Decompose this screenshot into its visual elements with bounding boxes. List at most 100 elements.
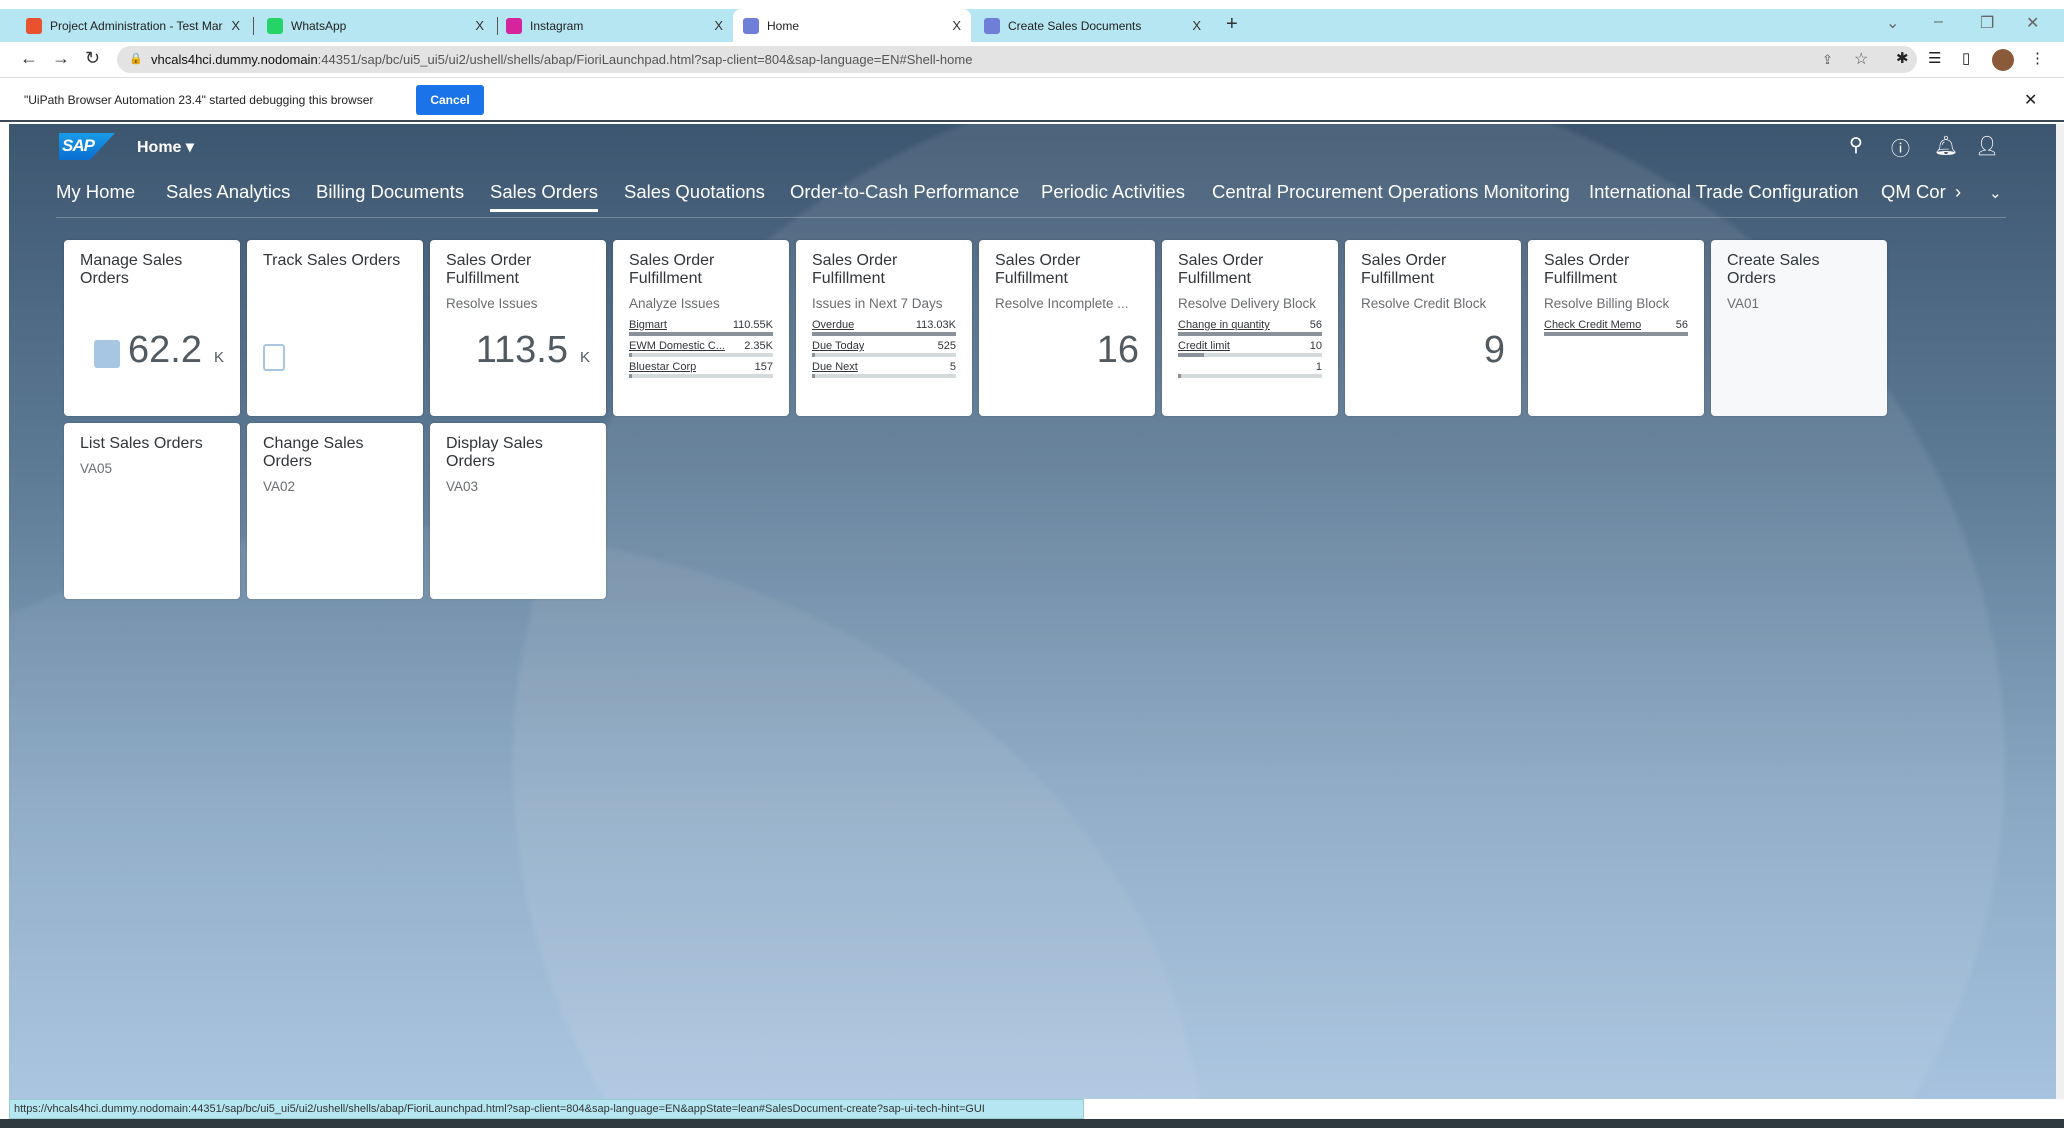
chart-bar-track [812,374,956,378]
kpi-value: 9 [1483,329,1505,371]
chart-row-label: Change in quantity [1178,319,1270,331]
app-tile[interactable]: Sales Order Fulfillment Issues in Next 7 … [796,240,972,416]
chart-row-label: Due Today [812,340,865,352]
kpi-value: 62.2 [128,329,202,371]
app-tile[interactable]: Sales Order Fulfillment Resolve Delivery … [1162,240,1338,416]
chart-bar-track [1544,332,1688,336]
search-icon[interactable]: ⚲ [1849,134,1863,157]
tab-favicon-icon [743,17,759,34]
app-tile[interactable]: Track Sales Orders [247,240,423,416]
shell-header: SAP Home ▾ ⚲ ⓘ 🔔︎ 👤︎ [9,124,2056,170]
back-icon[interactable]: ← [20,48,38,69]
tab-close-icon[interactable]: X [231,18,240,33]
tile-kpi: 9 [1484,329,1505,372]
chart-row: Bluestar Corp 157 [629,361,773,373]
help-icon[interactable]: ⓘ [1891,134,1910,161]
kpi-value: 16 [1096,329,1139,371]
user-profile-icon[interactable]: 👤︎ [1975,134,1999,158]
nav-item[interactable]: Sales Analytics [166,181,290,203]
profile-avatar[interactable] [1992,49,2014,71]
chart-bar-fill [812,374,815,378]
notifications-bell-icon[interactable]: 🔔︎ [1934,134,1958,158]
taskbar [0,1119,2064,1128]
extensions-icon[interactable]: ✱ [1896,49,1909,67]
sap-logo[interactable]: SAP [59,133,115,160]
forward-icon[interactable]: → [52,48,70,69]
nav-item[interactable]: Sales Orders [490,181,598,212]
browser-tab-bar: Project Administration - Test Mar X WhatsA… [0,9,2064,42]
address-path: :44351/sap/bc/ui5_ui5/ui2/ushell/shells/… [317,52,973,67]
nav-item[interactable]: Sales Quotations [624,181,765,203]
nav-item[interactable]: My Home [56,181,135,203]
app-tile[interactable]: Change Sales Orders VA02 [247,423,423,599]
tab-label: Project Administration - Test Mar [50,18,223,33]
share-icon[interactable]: ⇪ [1822,46,1833,73]
tab-search-icon[interactable]: ⌄ [1886,13,1899,33]
browser-tab[interactable]: Instagram X [496,9,733,42]
tile-title: Manage Sales Orders [80,252,183,287]
media-icon[interactable]: ☰ [1928,49,1941,67]
app-tile[interactable]: Manage Sales Orders 62.2 K [64,240,240,416]
tile-subtitle: Resolve Delivery Block [1178,296,1317,311]
tab-close-icon[interactable]: X [714,18,723,33]
address-bar[interactable]: 🔒 vhcals4hci.dummy.nodomain:44351/sap/bc… [117,46,1917,73]
chart-row-label: Due Next [812,361,858,373]
chart-row: Overdue 113.03K [812,319,956,331]
tab-label: Instagram [530,18,584,33]
close-infobar-icon[interactable]: ✕ [2024,90,2037,110]
reload-icon[interactable]: ↻ [85,48,100,69]
app-tile[interactable]: Display Sales Orders VA03 [430,423,606,599]
tile-subtitle: VA03 [446,479,479,494]
tab-favicon-icon [267,17,283,34]
close-window-icon[interactable]: ✕ [2026,13,2039,33]
nav-scroll-right-icon[interactable]: › [1955,181,1961,203]
minimize-icon[interactable]: – [1934,13,1943,31]
cancel-debug-button[interactable]: Cancel [416,85,484,115]
tab-close-icon[interactable]: X [475,18,484,33]
nav-item[interactable]: Periodic Activities [1041,181,1185,203]
app-tile[interactable]: Sales Order Fulfillment Analyze Issues Big… [613,240,789,416]
chart-row-label: Bigmart [629,319,667,331]
chart-row-label: Overdue [812,319,855,331]
app-tile[interactable]: Sales Order Fulfillment Resolve Issues 113… [430,240,606,416]
tile-subtitle: Issues in Next 7 Days [812,296,943,311]
browser-tab[interactable]: Project Administration - Test Mar X [16,9,250,42]
tile-title: Display Sales Orders [446,435,543,470]
app-tile[interactable]: Sales Order Fulfillment Resolve Incomplet… [979,240,1155,416]
browser-tab[interactable]: WhatsApp X [257,9,494,42]
tab-favicon-icon [506,17,522,34]
chart-row-value: 525 [937,340,956,352]
browser-tab[interactable]: Create Sales Documents X [974,9,1211,42]
nav-item[interactable]: Billing Documents [316,181,464,203]
nav-item[interactable]: International Trade Configuration [1589,181,1858,203]
restore-icon[interactable]: ❐ [1980,13,1994,33]
new-tab-button[interactable]: + [1226,13,1238,36]
app-tile[interactable]: Sales Order Fulfillment Resolve Billing B… [1528,240,1704,416]
tab-close-icon[interactable]: X [952,18,961,33]
nav-item[interactable]: QM Cor [1881,181,1946,203]
chart-row-label: Credit limit [1178,340,1230,352]
sales-order-icon [94,340,121,368]
tile-subtitle: Resolve Issues [446,296,538,311]
bookmark-star-icon[interactable]: ☆ [1854,46,1868,73]
nav-item[interactable]: Central Procurement Operations Monitorin… [1212,181,1570,203]
chart-row: Change in quantity 56 [1178,319,1322,331]
nav-item[interactable]: Order-to-Cash Performance [790,181,1019,203]
tab-close-icon[interactable]: X [1192,18,1201,33]
nav-overflow-chevron-down-icon[interactable]: ⌄ [1989,184,2002,202]
browser-tab[interactable]: Home X [733,9,971,42]
side-panel-icon[interactable]: ▯ [1962,49,1970,67]
tile-subtitle: VA05 [80,461,113,476]
chart-row-value: 56 [1675,319,1688,331]
chart-row: Credit limit 10 [1178,340,1322,352]
chart-bar-fill [629,332,773,336]
home-menu-button[interactable]: Home ▾ [137,137,194,157]
chart-row: Due Today 525 [812,340,956,352]
kpi-unit: K [579,349,590,366]
page-scrollbar[interactable] [2056,124,2064,1099]
chart-bar-fill [1178,332,1322,336]
app-tile[interactable]: List Sales Orders VA05 [64,423,240,599]
menu-kebab-icon[interactable]: ⋮ [2030,49,2045,67]
app-tile[interactable]: Sales Order Fulfillment Resolve Credit Bl… [1345,240,1521,416]
app-tile[interactable]: Create Sales Orders VA01 [1711,240,1887,416]
